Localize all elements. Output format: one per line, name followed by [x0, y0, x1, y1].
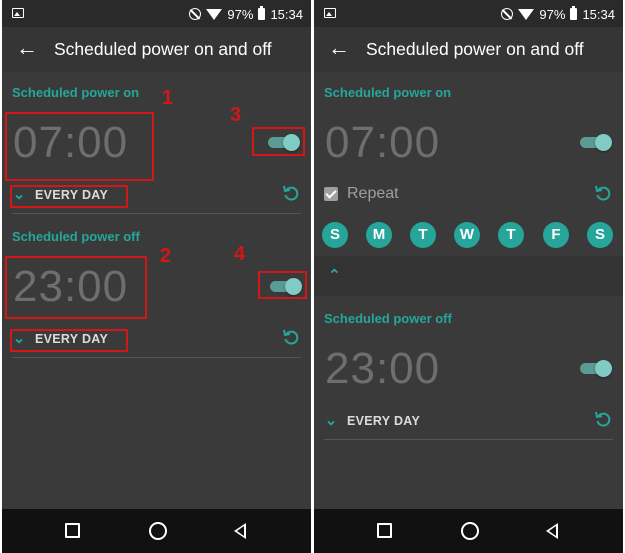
nav-bar: [2, 509, 311, 553]
page-title: Scheduled power on and off: [366, 39, 584, 59]
power-on-label: Scheduled power on: [324, 85, 452, 100]
clock: 15:34: [582, 6, 615, 22]
annotation-box-repeat-on: [10, 185, 128, 208]
power-on-toggle[interactable]: [580, 134, 612, 151]
gallery-icon: [12, 8, 24, 18]
repeat-value: EVERY DAY: [347, 414, 421, 428]
dnd-icon: [189, 8, 202, 20]
back-nav-icon[interactable]: [234, 523, 246, 539]
recent-apps-icon[interactable]: [377, 523, 392, 538]
repeat-checkbox-row[interactable]: Repeat: [324, 185, 399, 203]
reset-icon[interactable]: [594, 410, 612, 428]
status-bar: 97% 15:34: [2, 0, 311, 27]
annotation-1: 1: [162, 87, 174, 109]
wifi-icon: [206, 8, 223, 20]
toggle-thumb: [595, 134, 612, 151]
wifi-icon: [518, 8, 535, 20]
reset-icon[interactable]: [282, 184, 300, 202]
collapse-bar[interactable]: ⌃: [314, 256, 623, 296]
status-bar: 97% 15:34: [314, 0, 623, 27]
toggle-thumb: [595, 360, 612, 377]
annotation-3: 3: [230, 104, 242, 126]
power-off-toggle[interactable]: [580, 360, 612, 377]
repeat-checkbox[interactable]: [324, 187, 338, 201]
app-bar: ← Scheduled power on and off: [314, 27, 623, 72]
chevron-up-icon[interactable]: ⌃: [328, 266, 341, 284]
home-icon[interactable]: [461, 522, 479, 540]
annotation-box-4: [258, 271, 307, 299]
day-selector: S M T W T F S: [321, 222, 616, 250]
day-saturday[interactable]: S: [587, 222, 613, 248]
power-off-repeat[interactable]: ⌄ EVERY DAY: [324, 412, 421, 429]
annotation-box-2: [5, 256, 147, 319]
annotation-box-1: [5, 112, 154, 181]
repeat-label: Repeat: [347, 185, 399, 202]
home-icon[interactable]: [149, 522, 167, 540]
day-monday[interactable]: M: [366, 222, 392, 248]
power-off-label: Scheduled power off: [12, 229, 140, 244]
back-nav-icon[interactable]: [546, 523, 558, 539]
page-title: Scheduled power on and off: [54, 39, 272, 59]
divider: [12, 357, 301, 358]
battery-percent: 97%: [227, 6, 254, 22]
app-bar: ← Scheduled power on and off: [2, 27, 311, 72]
day-tuesday[interactable]: T: [410, 222, 436, 248]
annotation-box-3: [252, 127, 305, 156]
gallery-icon: [324, 8, 336, 18]
day-wednesday[interactable]: W: [454, 222, 480, 248]
left-screen: 97% 15:34 ← Scheduled power on and off S…: [2, 0, 311, 553]
day-sunday[interactable]: S: [322, 222, 348, 248]
divider: [12, 213, 301, 214]
reset-icon[interactable]: [282, 328, 300, 346]
battery-percent: 97%: [539, 6, 566, 22]
nav-bar: [314, 509, 623, 553]
power-on-label: Scheduled power on: [12, 85, 140, 100]
recent-apps-icon[interactable]: [65, 523, 80, 538]
power-off-label: Scheduled power off: [324, 311, 452, 326]
right-screen: 97% 15:34 ← Scheduled power on and off S…: [314, 0, 623, 553]
clock: 15:34: [270, 6, 303, 22]
back-arrow-icon[interactable]: ←: [16, 36, 38, 60]
annotation-2: 2: [160, 245, 172, 267]
annotation-4: 4: [234, 243, 246, 265]
power-on-time[interactable]: 07:00: [325, 118, 440, 168]
chevron-down-icon: ⌄: [324, 412, 338, 429]
reset-icon[interactable]: [594, 184, 612, 202]
day-thursday[interactable]: T: [498, 222, 524, 248]
power-off-time[interactable]: 23:00: [325, 344, 440, 394]
day-friday[interactable]: F: [543, 222, 569, 248]
back-arrow-icon[interactable]: ←: [328, 36, 350, 60]
dnd-icon: [501, 8, 514, 20]
battery-icon: [570, 6, 578, 20]
battery-icon: [258, 6, 266, 20]
divider: [324, 439, 613, 440]
annotation-box-repeat-off: [10, 329, 128, 352]
